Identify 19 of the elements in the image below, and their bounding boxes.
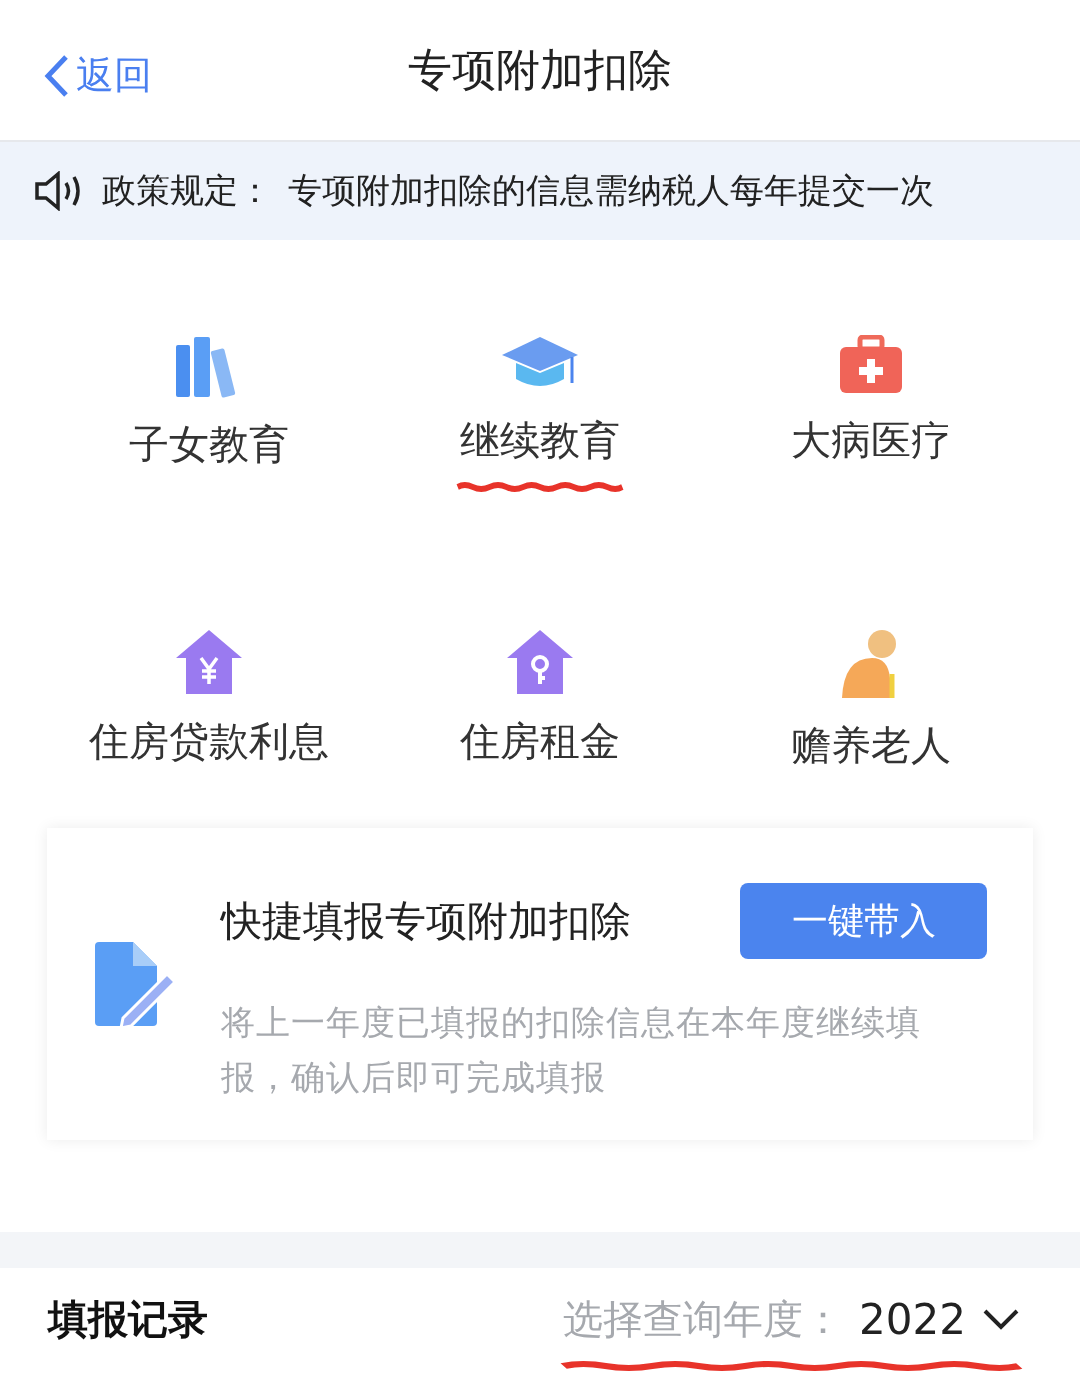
year-selector[interactable]: 选择查询年度： 2022 [563,1291,1020,1347]
category-link[interactable]: 赡养老人 [790,717,951,773]
records-title: 填报记录 [48,1294,208,1344]
category-link[interactable]: 大病医疗 [790,413,951,468]
page-title: 专项附加扣除 [408,42,672,97]
import-button[interactable]: 一键带入 [740,883,987,959]
notice-label: 政策规定： [102,169,272,212]
quick-fill-description: 将上一年度已填报的扣除信息在本年度继续填报，确认后即可完成填报 [221,1001,922,1099]
chevron-down-icon [982,1308,1020,1330]
category-link[interactable]: 住房租金 [460,713,620,769]
category-link[interactable]: 继续教育 [460,413,620,468]
category-link[interactable]: 住房贷款利息 [89,713,330,769]
house-key-icon [505,627,575,696]
category-link[interactable]: 子女教育 [129,417,290,472]
notice-text: 专项附加扣除的信息需纳税人每年提交一次 [288,169,934,212]
back-chevron-icon [44,53,70,98]
quick-fill-title: 快捷填报专项附加扣除 [221,895,631,947]
back-link[interactable]: 返回 [44,50,152,101]
medical-kit-icon [837,335,904,395]
